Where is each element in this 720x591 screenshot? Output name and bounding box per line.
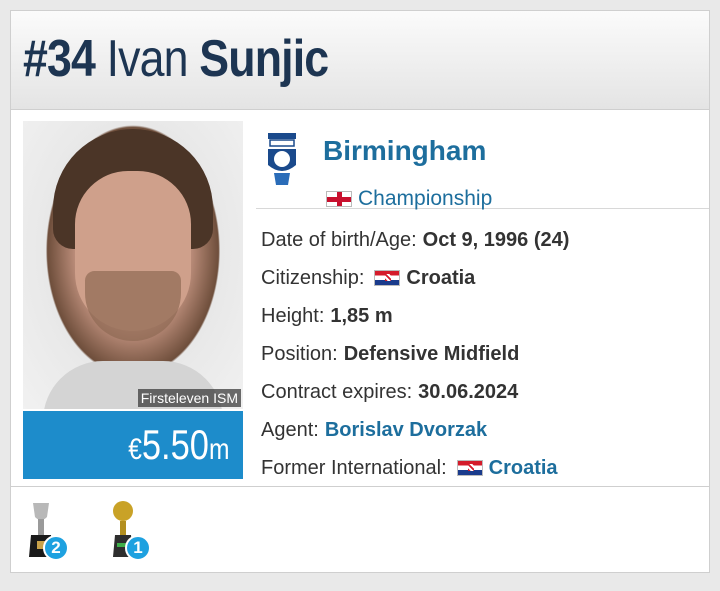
market-value-currency: € (127, 433, 142, 466)
height-value: 1,85 m (330, 304, 393, 327)
agent-label: Agent: (261, 418, 319, 441)
shirt-number: #34 (23, 30, 96, 88)
club-name-link[interactable]: Birmingham (323, 135, 486, 167)
market-value-box[interactable]: €5.50m (23, 411, 243, 479)
trophy-bar: 2 1 (11, 486, 709, 573)
trophy-count-badge: 2 (43, 535, 69, 561)
player-card: #34 Ivan Sunjic Firsteleven ISM €5.50m B… (10, 10, 710, 573)
league-name-link[interactable]: Championship (358, 187, 492, 211)
position-value: Defensive Midfield (343, 342, 520, 365)
detail-contract: Contract expires: 30.06.2024 (261, 373, 711, 411)
england-flag-icon (326, 191, 352, 207)
detail-former-international: Former International: Croatia (261, 449, 711, 487)
last-name: Sunjic (199, 30, 329, 88)
former-international-label: Former International: (261, 456, 447, 479)
agent-link[interactable]: Borislav Dvorzak (325, 419, 487, 442)
detail-position: Position: Defensive Midfield (261, 335, 711, 373)
dob-value: Oct 9, 1996 (24) (422, 228, 570, 251)
photo-credit: Firsteleven ISM (137, 389, 241, 407)
market-value: €5.50m (128, 421, 229, 474)
market-value-amount: 5.50 (141, 421, 209, 468)
player-photo[interactable]: Firsteleven ISM (23, 121, 243, 409)
market-value-unit: m (208, 433, 230, 466)
player-title: #34 Ivan Sunjic (23, 29, 329, 89)
contract-label: Contract expires: (261, 380, 413, 403)
citizenship-value: Croatia (406, 266, 476, 289)
detail-height: Height: 1,85 m (261, 297, 711, 335)
league-row[interactable]: Championship (326, 187, 492, 211)
contract-value: 30.06.2024 (418, 380, 519, 403)
position-label: Position: (261, 342, 338, 365)
golden-ball-trophy[interactable]: 1 (105, 499, 155, 561)
trophy-count-badge: 1 (125, 535, 151, 561)
former-international-link[interactable]: Croatia (489, 457, 558, 480)
club-info: Birmingham Championship (256, 121, 709, 211)
player-header: #34 Ivan Sunjic (11, 11, 709, 110)
first-name: Ivan (106, 30, 189, 88)
birmingham-crest-icon[interactable] (264, 131, 300, 187)
dob-label: Date of birth/Age: (261, 228, 417, 251)
croatia-flag-icon (374, 270, 401, 286)
detail-citizenship: Citizenship: Croatia (261, 259, 711, 297)
detail-dob: Date of birth/Age: Oct 9, 1996 (24) (261, 221, 711, 259)
detail-agent: Agent: Borislav Dvorzak (261, 411, 711, 449)
citizenship-label: Citizenship: (261, 266, 365, 289)
height-label: Height: (261, 304, 325, 327)
croatia-flag-icon (456, 460, 483, 476)
player-details: Date of birth/Age: Oct 9, 1996 (24) Citi… (261, 221, 711, 487)
silver-cup-trophy[interactable]: 2 (23, 499, 73, 561)
